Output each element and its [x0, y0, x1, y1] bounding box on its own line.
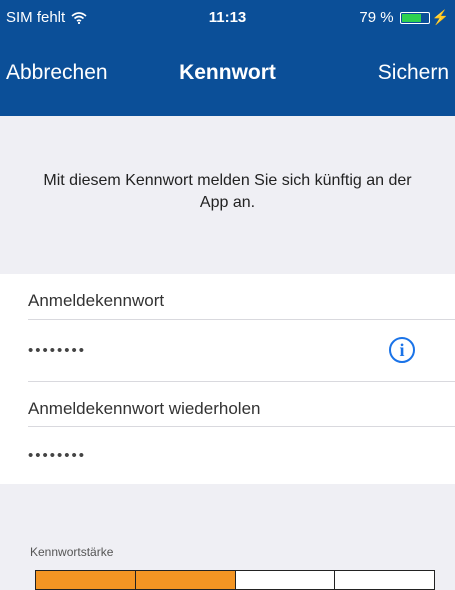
info-icon[interactable]: i — [389, 337, 415, 363]
strength-label: Kennwortstärke — [30, 545, 114, 559]
charging-icon: ⚡ — [431, 9, 449, 25]
info-section: Mit diesem Kennwort melden Sie sich künf… — [0, 116, 455, 274]
strength-segment — [135, 571, 236, 589]
status-bar: SIM fehlt 11:13 79 % ⚡ — [0, 0, 455, 36]
divider — [28, 381, 455, 382]
navigation-bar: Abbrechen Kennwort Sichern — [0, 36, 455, 116]
battery-icon — [399, 11, 430, 24]
battery-group: 79 % ⚡ — [359, 9, 449, 26]
save-button[interactable]: Sichern — [378, 61, 449, 85]
strength-segment — [335, 571, 434, 589]
battery-percent: 79 % — [359, 9, 394, 26]
strength-segment — [36, 571, 136, 589]
repeat-input-row[interactable]: •••••••• — [0, 426, 455, 484]
strength-segment — [235, 571, 336, 589]
password-input-row[interactable]: •••••••• i — [0, 319, 455, 381]
strength-meter — [35, 570, 435, 590]
repeat-password-label: Anmeldekennwort wiederholen — [28, 399, 261, 418]
battery-fill — [401, 13, 421, 22]
repeat-password-input[interactable]: •••••••• — [28, 447, 86, 464]
password-label: Anmeldekennwort — [28, 291, 165, 310]
repeat-label-row: Anmeldekennwort wiederholen — [0, 381, 455, 426]
divider — [28, 426, 455, 427]
divider — [28, 319, 455, 320]
info-text: Mit diesem Kennwort melden Sie sich künf… — [43, 172, 412, 211]
password-input[interactable]: •••••••• — [28, 342, 86, 359]
password-label-row: Anmeldekennwort — [0, 274, 455, 319]
